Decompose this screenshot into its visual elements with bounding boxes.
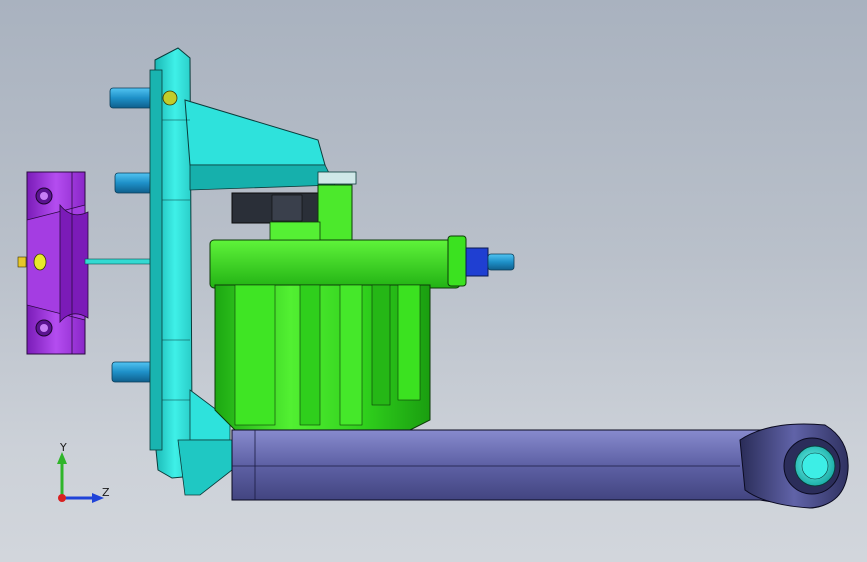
cad-viewport[interactable]: Y Z (0, 0, 867, 562)
assembly-model[interactable] (0, 0, 867, 562)
shaft-pin (794, 445, 836, 487)
y-axis-label: Y (60, 441, 67, 454)
crank-arm[interactable] (231, 423, 849, 509)
view-triad: Y Z (52, 440, 112, 510)
sensor-block (231, 192, 323, 224)
z-axis-label: Z (102, 486, 110, 499)
output-shaft (465, 247, 515, 277)
connector-clip[interactable] (17, 171, 89, 355)
